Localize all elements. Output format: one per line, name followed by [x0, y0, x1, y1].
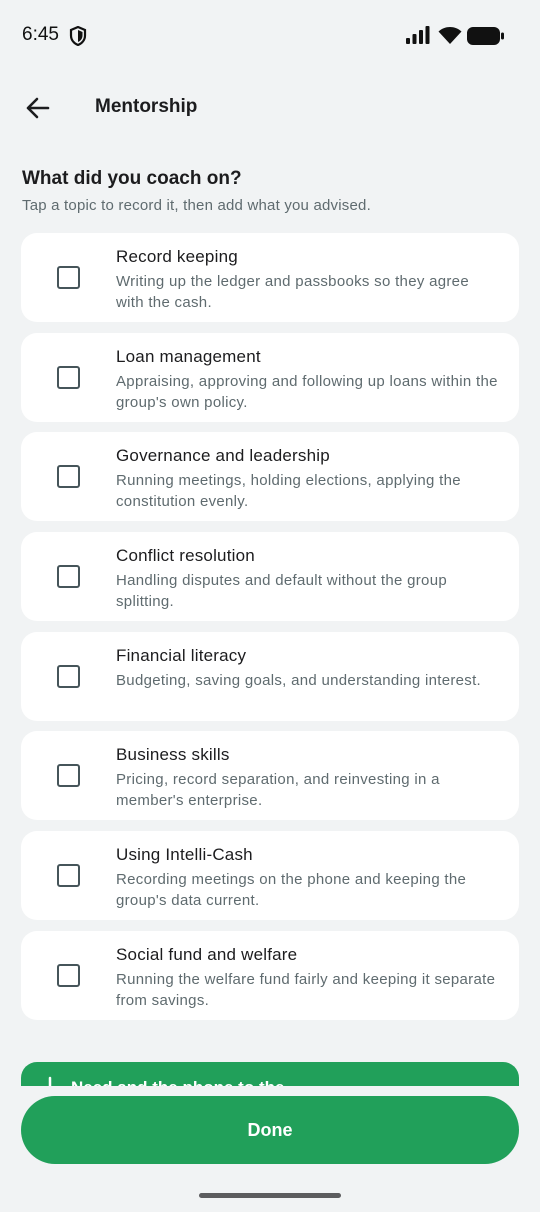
topic-checkbox[interactable] — [57, 864, 80, 888]
topic-checkbox[interactable] — [57, 465, 80, 489]
info-banner-body[interactable]: Need and the phone to the — [21, 1062, 519, 1086]
arrow-back-icon[interactable] — [22, 92, 54, 124]
topic-checkbox[interactable] — [57, 963, 80, 987]
topic-checkbox[interactable] — [57, 764, 80, 788]
topic-card-financial-literacy[interactable]: Financial literacy Budgeting, saving goa… — [21, 631, 519, 721]
done-button[interactable]: Done — [21, 1096, 519, 1164]
topic-description: Budgeting, saving goals, and understandi… — [116, 671, 482, 689]
bottom-bar: Done — [0, 1086, 540, 1212]
topic-card-loan-management[interactable]: Loan management Appraising, approving an… — [21, 332, 519, 422]
topic-title: Financial literacy — [116, 645, 247, 665]
section-question: What did you coach on? — [22, 168, 242, 189]
signal-icon — [406, 26, 430, 44]
topic-description: Appraising, approving and following up l… — [116, 372, 498, 411]
battery-icon — [467, 27, 504, 45]
topic-card-social-fund[interactable]: Social fund and welfare Running the welf… — [21, 930, 519, 1020]
topic-checkbox[interactable] — [57, 664, 80, 688]
topic-title: Record keeping — [116, 247, 238, 266]
topic-description: Running the welfare fund fairly and keep… — [116, 970, 496, 1009]
topic-card-business-skills[interactable]: Business skills Pricing, record separati… — [21, 731, 519, 821]
topic-checkbox[interactable] — [57, 365, 80, 389]
topic-card-record-keeping[interactable]: Record keeping Writing up the ledger and… — [21, 233, 519, 322]
topic-title: Business skills — [116, 745, 230, 765]
topic-checkbox[interactable] — [57, 565, 80, 589]
mentorship-screen: 6:45 Mentorship What did you coach on? T… — [0, 0, 540, 1212]
status-time: 6:45 — [22, 24, 59, 45]
topic-title: Conflict resolution — [116, 546, 255, 566]
topic-title: Loan management — [116, 346, 261, 366]
app-bar: Mentorship — [0, 80, 540, 136]
topic-card-using-intelli-cash[interactable]: Using Intelli-Cash Recording meetings on… — [21, 831, 519, 921]
section-hint: Tap a topic to record it, then add what … — [22, 197, 371, 214]
shield-icon — [69, 26, 87, 46]
info-icon — [48, 1076, 52, 1086]
topic-description: Recording meetings on the phone and keep… — [116, 871, 467, 910]
topic-title: Social fund and welfare — [116, 944, 298, 964]
topic-list: Record keeping Writing up the ledger and… — [21, 233, 519, 1031]
topic-card-governance[interactable]: Governance and leadership Running meetin… — [21, 432, 519, 522]
topic-card-conflict-resolution[interactable]: Conflict resolution Handling disputes an… — [21, 532, 519, 622]
topic-description: Writing up the ledger and passbooks so t… — [116, 273, 469, 311]
topic-description: Handling disputes and default without th… — [116, 572, 447, 611]
home-indicator[interactable] — [199, 1193, 341, 1198]
wifi-icon — [438, 27, 462, 44]
topic-title: Using Intelli-Cash — [116, 845, 253, 865]
topic-description: Running meetings, holding elections, app… — [116, 472, 461, 511]
info-banner-text: Need and the phone to the — [71, 1078, 284, 1086]
topic-checkbox[interactable] — [57, 266, 80, 289]
topic-description: Pricing, record separation, and reinvest… — [116, 771, 440, 810]
status-bar: 6:45 — [0, 0, 540, 72]
topic-title: Governance and leadership — [116, 446, 330, 466]
page-title: Mentorship — [95, 96, 198, 117]
info-banner[interactable]: Need and the phone to the — [21, 1062, 519, 1086]
